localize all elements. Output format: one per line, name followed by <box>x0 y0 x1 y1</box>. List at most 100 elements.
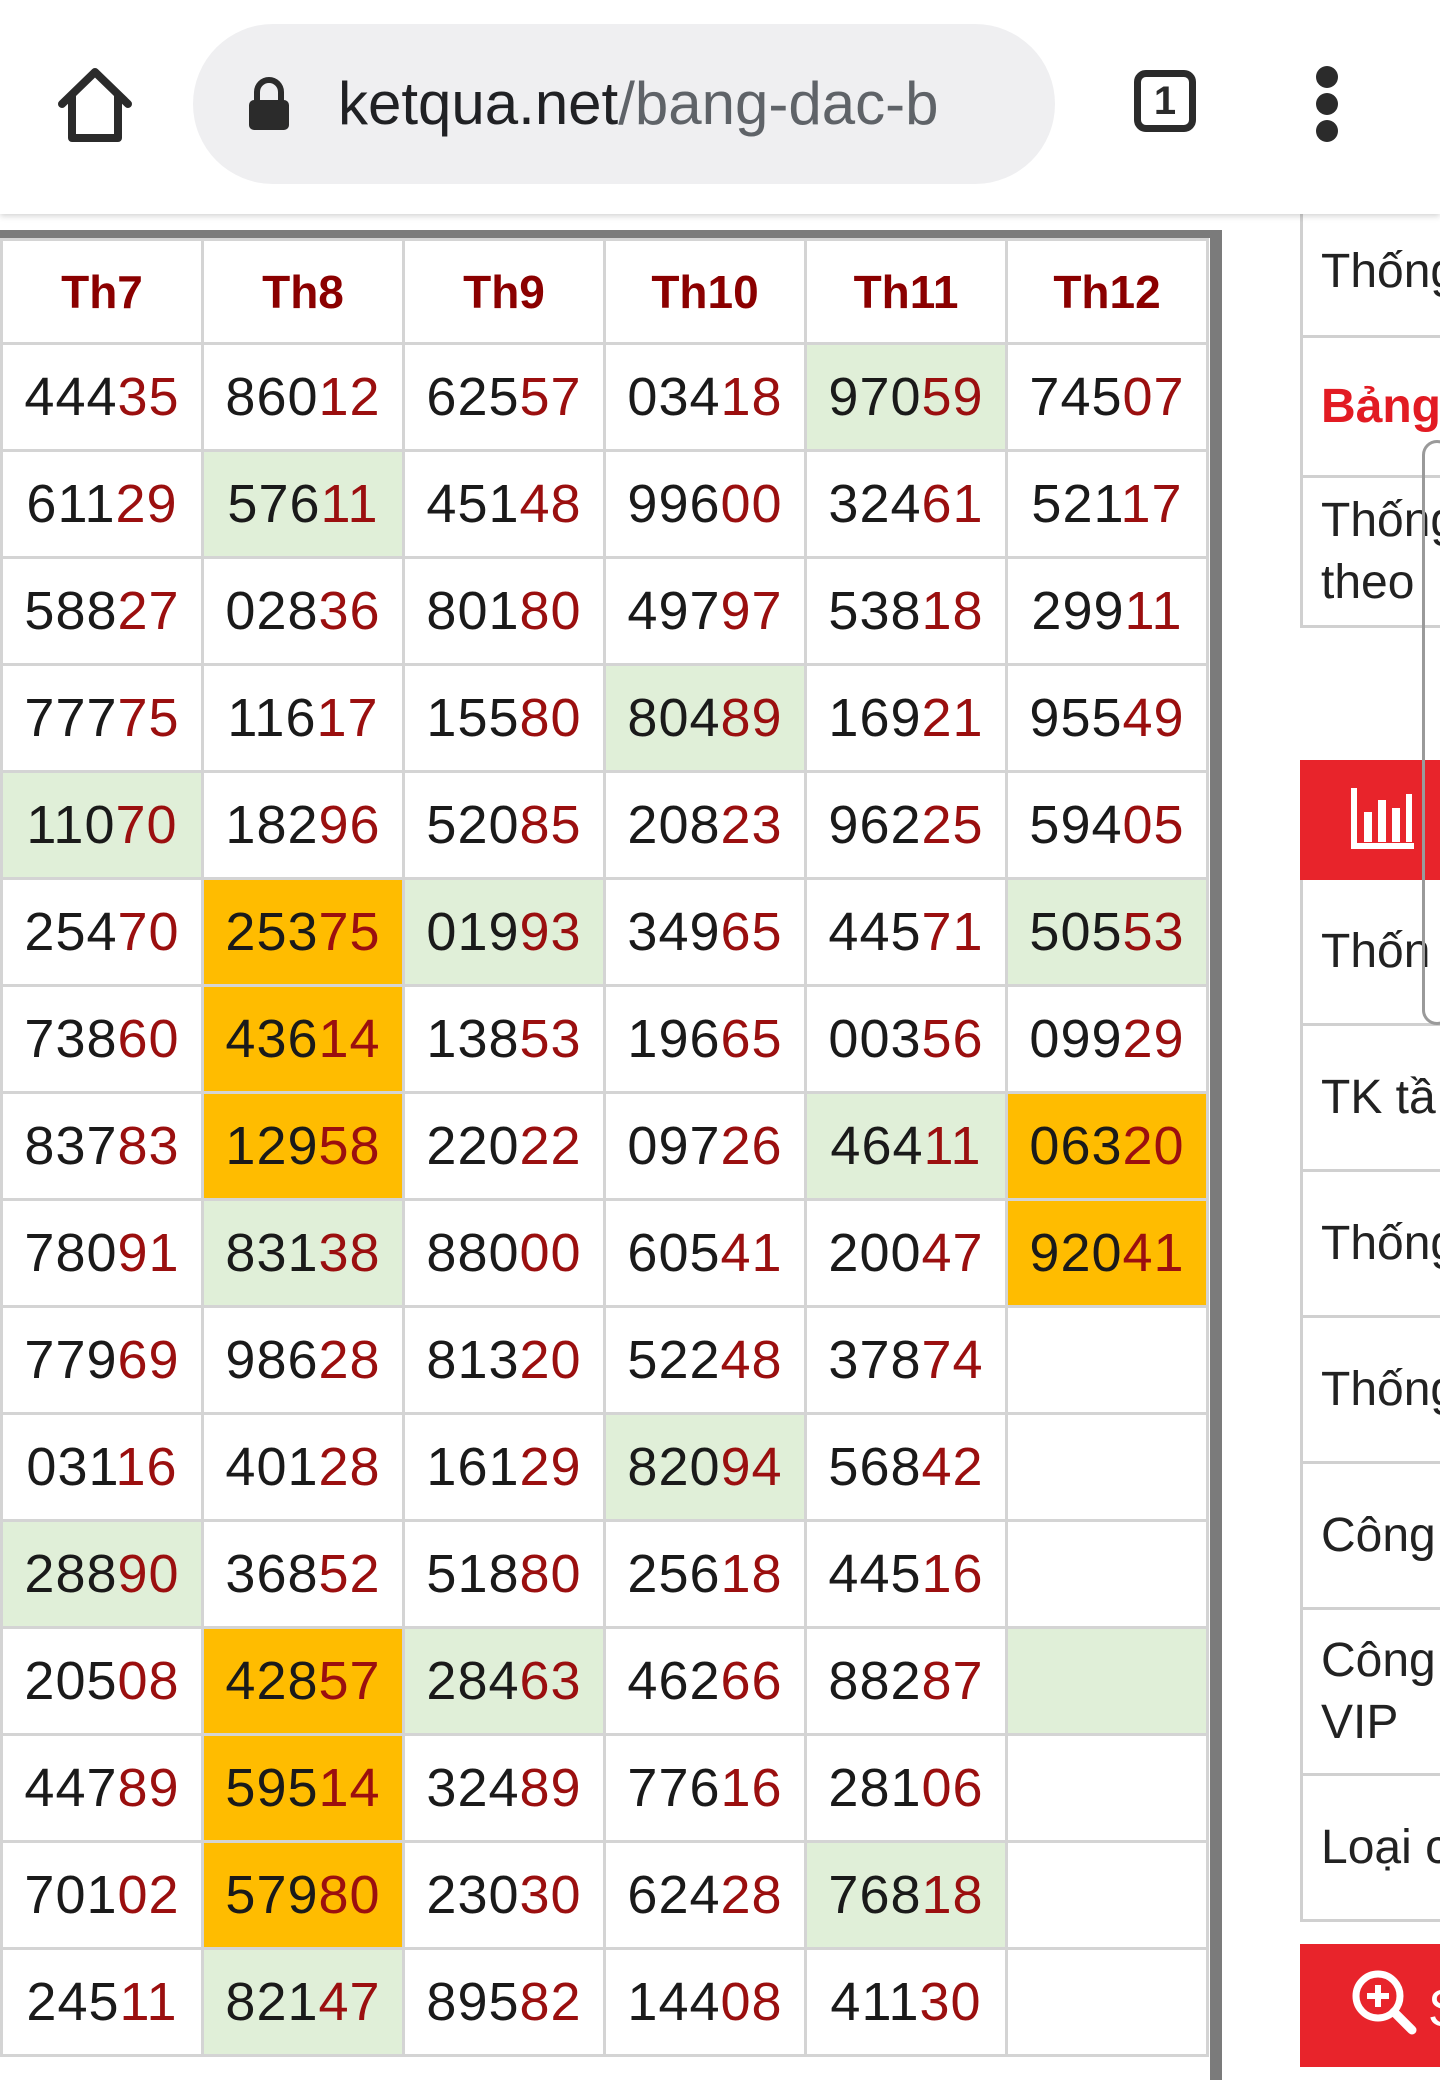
result-head-digits: 821 <box>225 1972 319 2032</box>
result-cell: 42857 <box>201 1626 405 1736</box>
result-head-digits: 895 <box>426 1972 520 2032</box>
sidebar-link[interactable]: TK tầ <box>1300 1026 1440 1172</box>
result-cell: 57980 <box>201 1840 405 1950</box>
result-head-digits: 522 <box>627 1330 721 1390</box>
result-cell: 12958 <box>201 1091 405 1201</box>
result-cell: 99600 <box>603 449 807 559</box>
result-cell: 88287 <box>804 1626 1008 1736</box>
result-tail-digits: 69 <box>117 1330 180 1390</box>
result-cell: 61129 <box>0 449 204 559</box>
result-tail-digits: 89 <box>720 688 783 748</box>
result-cell: 22022 <box>402 1091 606 1201</box>
result-cell: 40128 <box>201 1412 405 1522</box>
result-head-digits: 464 <box>830 1116 924 1176</box>
result-tail-digits: 59 <box>921 367 984 427</box>
sidebar-section-header[interactable]: S <box>1300 1944 1440 2067</box>
result-head-digits: 605 <box>627 1223 721 1283</box>
more-vert-icon[interactable] <box>1310 66 1346 142</box>
result-head-digits: 986 <box>225 1330 319 1390</box>
result-tail-digits: 07 <box>1122 367 1185 427</box>
result-cell: 03418 <box>603 342 807 452</box>
result-tail-digits: 20 <box>1122 1116 1185 1176</box>
result-tail-digits: 12 <box>318 367 381 427</box>
result-head-digits: 155 <box>426 688 520 748</box>
sidebar-link[interactable]: Công VIP <box>1300 1610 1440 1776</box>
sidebar-link[interactable]: Loại c <box>1300 1776 1440 1922</box>
result-cell: 50553 <box>1005 877 1209 987</box>
result-head-digits: 568 <box>828 1437 922 1497</box>
sidebar-link[interactable]: Thống theo <box>1300 478 1440 628</box>
result-cell: 97059 <box>804 342 1008 452</box>
result-head-digits: 611 <box>26 474 116 534</box>
home-button[interactable] <box>52 62 138 148</box>
result-tail-digits: 63 <box>519 1651 582 1711</box>
sidebar-scrollbar[interactable] <box>1422 440 1440 1025</box>
result-tail-digits: 14 <box>318 1758 381 1818</box>
result-tail-digits: 17 <box>1120 474 1183 534</box>
result-head-digits: 161 <box>426 1437 520 1497</box>
result-head-digits: 777 <box>24 688 118 748</box>
result-cell <box>1005 1626 1209 1736</box>
result-head-digits: 281 <box>828 1758 922 1818</box>
result-tail-digits: 80 <box>519 581 582 641</box>
result-cell: 20047 <box>804 1198 1008 1308</box>
result-cell: 13853 <box>402 984 606 1094</box>
table-row: 20508 42857 28463 46266 88287 <box>0 1626 1209 1736</box>
sidebar-link[interactable]: Công <box>1300 1464 1440 1610</box>
sidebar-link[interactable]: Thống <box>1300 1172 1440 1318</box>
result-cell <box>1005 1947 1209 2057</box>
result-cell: 52085 <box>402 770 606 880</box>
result-head-digits: 497 <box>627 581 721 641</box>
sidebar-link[interactable]: Thống <box>1300 214 1440 338</box>
result-head-digits: 110 <box>26 795 116 855</box>
browser-toolbar: ketqua.net/bang-dac-b 1 <box>0 0 1440 214</box>
result-cell: 82094 <box>603 1412 807 1522</box>
sidebar-section-header[interactable] <box>1300 760 1440 880</box>
sidebar-item-label: TK tầ <box>1321 1071 1436 1124</box>
result-cell <box>1005 1519 1209 1629</box>
result-cell: 02836 <box>201 556 405 666</box>
result-cell: 74507 <box>1005 342 1209 452</box>
result-tail-digits: 11 <box>923 1116 982 1176</box>
result-tail-digits: 38 <box>318 1223 381 1283</box>
result-head-digits: 801 <box>426 581 520 641</box>
sidebar-link[interactable]: Thốn <box>1300 880 1440 1026</box>
result-head-digits: 521 <box>1031 474 1121 534</box>
result-head-digits: 594 <box>1029 795 1123 855</box>
url-text[interactable]: ketqua.net/bang-dac-b <box>338 64 1028 144</box>
address-bar[interactable]: ketqua.net/bang-dac-b <box>193 24 1055 184</box>
result-head-digits: 462 <box>627 1651 721 1711</box>
result-cell: 77616 <box>603 1733 807 1843</box>
result-head-digits: 288 <box>24 1544 118 1604</box>
result-tail-digits: 71 <box>921 902 984 962</box>
url-path: /bang-dac-b <box>618 70 939 137</box>
result-tail-digits: 89 <box>519 1758 582 1818</box>
result-cell: 53818 <box>804 556 1008 666</box>
result-tail-digits: 16 <box>921 1544 984 1604</box>
result-head-digits: 920 <box>1029 1223 1123 1283</box>
tab-switcher-button[interactable]: 1 <box>1134 70 1196 132</box>
table-header-row: Th7 Th8 Th9 Th10 Th11 Th12 <box>0 238 1209 345</box>
result-tail-digits: 36 <box>318 581 381 641</box>
result-cell: 52117 <box>1005 449 1209 559</box>
result-head-digits: 768 <box>828 1865 922 1925</box>
result-tail-digits: 97 <box>720 581 783 641</box>
result-tail-digits: 94 <box>720 1437 783 1497</box>
result-head-digits: 299 <box>1031 581 1125 641</box>
result-cell: 03116 <box>0 1412 204 1522</box>
table-row: 44435 86012 62557 03418 97059 74507 <box>0 342 1209 452</box>
result-head-digits: 444 <box>24 367 118 427</box>
result-cell: 28890 <box>0 1519 204 1629</box>
result-head-digits: 200 <box>828 1223 922 1283</box>
result-cell: 96225 <box>804 770 1008 880</box>
result-cell: 59405 <box>1005 770 1209 880</box>
result-tail-digits: 08 <box>720 1972 783 2032</box>
result-head-digits: 445 <box>828 1544 922 1604</box>
result-cell: 89582 <box>402 1947 606 2057</box>
result-tail-digits: 20 <box>519 1330 582 1390</box>
result-tail-digits: 23 <box>720 795 783 855</box>
result-cell: 82147 <box>201 1947 405 2057</box>
result-cell: 20823 <box>603 770 807 880</box>
sidebar-link[interactable]: Thống <box>1300 1318 1440 1464</box>
result-head-digits: 860 <box>225 367 319 427</box>
